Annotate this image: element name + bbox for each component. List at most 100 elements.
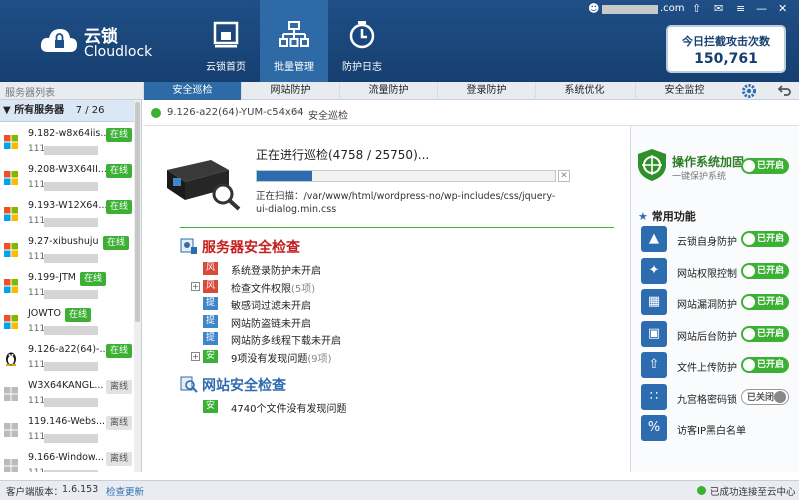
server-status-badge: 在线 (65, 308, 92, 322)
function-label[interactable]: 访客IP黑白名单 (677, 422, 746, 437)
expand-plus-icon[interactable]: + (191, 281, 200, 291)
connection-status-icon (697, 486, 706, 495)
server-ip-masked (44, 362, 98, 371)
server-status-badge: 在线 (106, 344, 133, 358)
check-status-tag: 安全 (203, 349, 219, 374)
nav-batch-manage[interactable]: 批量管理 (260, 0, 328, 82)
server-status-badge: 在线 (80, 272, 107, 286)
scan-current-path: 正在扫描：/var/www/html/wordpress-no/wp-inclu… (256, 191, 556, 215)
function-toggle[interactable]: 已开启 (741, 262, 789, 279)
server-status-badge: 离线 (106, 416, 133, 430)
server-list-item[interactable]: 119.146-Webs... 111. 离线 (0, 414, 134, 448)
collapse-triangle-icon[interactable]: ▼ (3, 105, 11, 116)
breadcrumb-server[interactable]: 9.126-a22(64)-YUM-c54x64 (167, 107, 304, 118)
server-list-item[interactable]: 9.199-JTM 111. 在线 (0, 270, 134, 304)
section-divider (180, 227, 614, 228)
check-status-tag: 风险 (203, 262, 219, 286)
cancel-scan-button[interactable]: ✕ (558, 170, 570, 182)
user-bar: ☻ .com ⇧ ✉ ≡ — ✕ (584, 0, 799, 20)
server-status-badge: 离线 (106, 380, 133, 394)
server-ip-masked (44, 470, 98, 472)
function-label[interactable]: 九宫格密码锁 (677, 391, 737, 406)
function-toggle[interactable]: 已关闭 (741, 388, 789, 405)
server-status-badge: 在线 (103, 236, 130, 250)
server-check-icon (180, 238, 197, 254)
function-label[interactable]: 网站漏洞防护 (677, 296, 737, 311)
tab-traffic-protection[interactable]: 流量防护 (339, 82, 437, 100)
function-label[interactable]: 文件上传防护 (677, 359, 737, 374)
star-icon: ★ (638, 210, 648, 223)
function-label[interactable]: 云锁自身防护 (677, 233, 737, 248)
sidebar-scrollbar[interactable] (134, 100, 141, 472)
server-list-item[interactable]: 9.193-W12X64... 111. 在线 (0, 198, 134, 232)
back-arrow-icon[interactable] (776, 83, 792, 99)
windows-offline-icon (4, 459, 18, 472)
server-group-header[interactable]: ▼ 所有服务器 7 / 26 (0, 100, 141, 122)
website-check-title: 网站安全检查 (202, 378, 286, 394)
server-check-title: 服务器安全检查 (202, 240, 300, 256)
function-label[interactable]: 网站权限控制 (677, 265, 737, 280)
server-list-item[interactable]: 9.182-w8x64iis... 111. 在线 (0, 126, 134, 160)
home-monitor-icon (213, 21, 239, 48)
attack-counter-value: 150,761 (694, 51, 758, 67)
check-item-text: 检查文件权限(5项) (231, 280, 315, 295)
server-name: JOWTO (28, 308, 61, 319)
nav-log-label: 防护日志 (342, 62, 382, 73)
breadcrumb-page: 安全巡检 (308, 111, 348, 122)
server-ip-masked (44, 254, 98, 263)
check-item-label: 9项没有发现问题 (231, 353, 308, 365)
menu-icon[interactable]: ≡ (736, 2, 745, 15)
shield-up-icon: ▲ (641, 226, 667, 252)
user-icon[interactable]: ☻ (588, 2, 599, 15)
server-list-item[interactable]: 9.208-W3X64II... 111. 在线 (0, 162, 134, 196)
nav-protection-log[interactable]: 防护日志 (328, 0, 396, 82)
server-list-item[interactable]: JOWTO 111. 在线 (0, 306, 134, 340)
server-name: 9.182-w8x64iis... (28, 128, 110, 139)
expand-plus-icon[interactable]: + (191, 351, 200, 361)
windows-logo-icon (4, 279, 18, 293)
nav-home[interactable]: 云锁首页 (192, 0, 260, 82)
gear-icon[interactable] (741, 83, 757, 99)
upgrade-icon[interactable]: ⇧ (692, 2, 701, 15)
server-ip-masked (44, 398, 98, 407)
server-online-count: 7 / 26 (75, 105, 105, 116)
check-status-tag: 风险 (203, 279, 219, 304)
os-hardening-shield-icon (638, 149, 666, 181)
cloudlock-logo: 云锁 Cloudlock (40, 20, 190, 70)
server-list-item[interactable]: W3X64KANGL... 111. 离线 (0, 378, 134, 412)
close-icon[interactable]: ✕ (778, 2, 787, 15)
mail-icon[interactable]: ✉ (714, 2, 723, 15)
server-list-item[interactable]: 9.126-a22(64)-... 111. 在线 (0, 342, 134, 376)
minimize-icon[interactable]: — (756, 2, 767, 15)
server-name: 9.193-W12X64... (28, 200, 108, 211)
windows-logo-icon (4, 315, 18, 329)
server-list-sidebar: ▼ 所有服务器 7 / 26 9.182-w8x64iis... 111. 在线 9.… (0, 100, 142, 472)
window-icon: ▣ (641, 320, 667, 347)
right-function-panel: 操作系统加固 一键保护系统 已开启 ★ 常用功能 ▲ 云锁自身防护 已开启 ✦ 网站权限… (630, 126, 799, 472)
linux-tux-icon (6, 352, 16, 366)
scrollbar-thumb[interactable] (135, 102, 140, 322)
server-name: 9.166-Window... (28, 452, 104, 463)
check-item-text: 敏感词过滤未开启 (231, 297, 311, 312)
check-item-text: 9项没有发现问题(9项) (231, 350, 332, 365)
logo-text-en: Cloudlock (84, 44, 153, 60)
tab-system-optimize[interactable]: 系统优化 (535, 82, 633, 100)
server-group-title: 所有服务器 (14, 105, 65, 116)
tab-website-protection[interactable]: 网站防护 (241, 82, 339, 100)
user-account-masked (602, 5, 658, 14)
user-domain-suffix: .com (660, 3, 685, 14)
server-ip-masked (44, 326, 98, 335)
tab-security-monitor[interactable]: 安全监控 (635, 82, 733, 100)
check-update-link[interactable]: 检查更新 (106, 484, 144, 498)
server-list-item[interactable]: 9.166-Window...111.离线 (0, 450, 134, 472)
function-toggle[interactable]: 已开启 (741, 294, 789, 310)
function-toggle[interactable]: 已开启 (741, 325, 789, 342)
tab-security-inspection[interactable]: 安全巡检 (143, 82, 241, 100)
server-list-item[interactable]: 9.27-xibushuju 111. 在线 (0, 234, 134, 268)
tab-login-protection[interactable]: 登录防护 (437, 82, 535, 100)
function-toggle[interactable]: 已开启 (741, 231, 789, 247)
function-label[interactable]: 网站后台防护 (677, 328, 737, 343)
check-item-text: 4740个文件没有发现问题 (231, 404, 347, 415)
os-hardening-toggle[interactable]: 已开启 (741, 158, 789, 174)
function-toggle[interactable]: 已开启 (741, 357, 789, 373)
